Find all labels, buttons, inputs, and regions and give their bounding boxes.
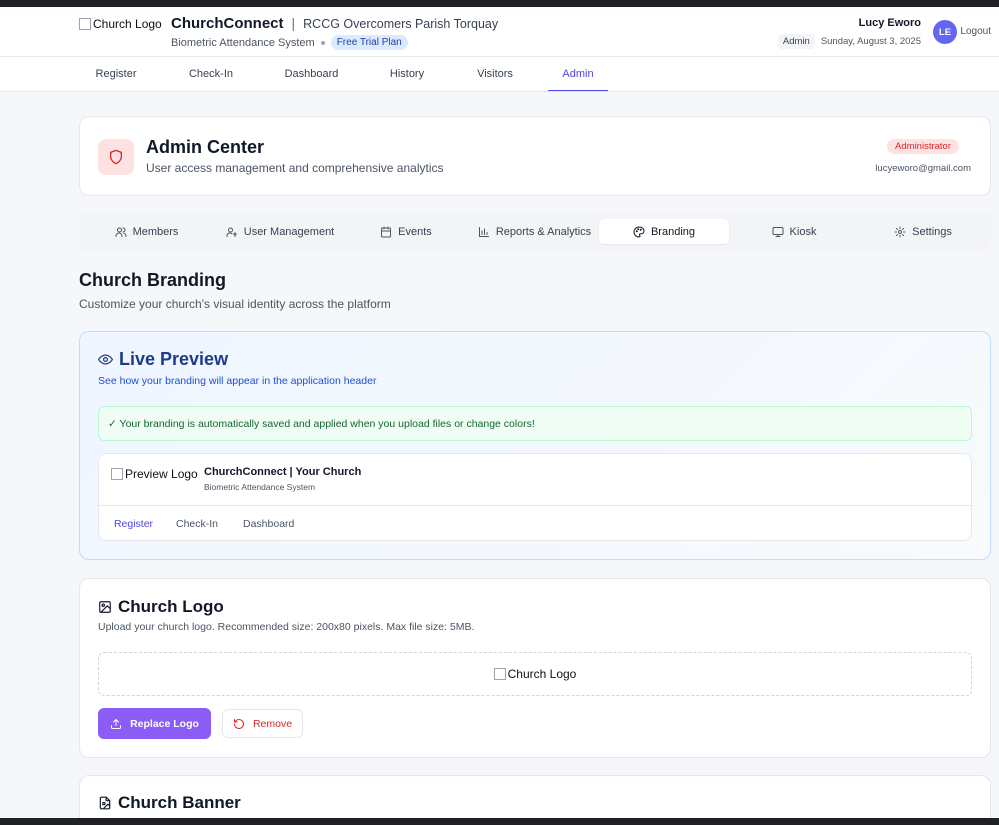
image-file-icon [99, 796, 111, 810]
tab-user-management[interactable]: User Management [215, 219, 345, 244]
autosave-alert: ✓ Your branding is automatically saved a… [98, 406, 972, 441]
user-key-icon [226, 227, 237, 237]
user-info: Lucy Eworo Admin Sunday, August 3, 2025 [777, 17, 921, 49]
broken-image-icon [79, 18, 91, 30]
preview-nav-register[interactable]: Register [111, 506, 156, 540]
bar-chart-icon [478, 226, 489, 237]
logo-dropzone[interactable]: Church Logo [98, 652, 972, 696]
tab-members[interactable]: Members [86, 219, 207, 244]
palette-icon [633, 225, 645, 238]
eye-icon [98, 354, 113, 365]
nav-register[interactable]: Register [79, 57, 153, 91]
shield-icon-box [98, 139, 134, 175]
nav-dashboard[interactable]: Dashboard [271, 57, 352, 91]
admin-subtitle: User access management and comprehensive… [146, 161, 444, 175]
brand-line: ChurchConnect | RCCG Overcomers Parish T… [171, 15, 498, 32]
preview-logo-image: Preview Logo [111, 467, 198, 481]
dot-separator [320, 40, 325, 45]
preview-header-frame: Preview Logo ChurchConnect | Your Church… [98, 453, 972, 541]
calendar-icon [381, 226, 392, 237]
church-logo-image: Church Logo [79, 17, 162, 31]
app-name: ChurchConnect [171, 15, 284, 32]
church-banner-heading: Church Banner [98, 793, 241, 813]
tab-branding-label: Branding [650, 225, 696, 238]
tab-settings[interactable]: Settings [865, 219, 981, 244]
nav-visitors[interactable]: Visitors [463, 57, 527, 91]
tab-kiosk-label: Kiosk [789, 225, 817, 238]
church-logo-alt: Church Logo [93, 17, 162, 31]
admin-title: Admin Center [146, 137, 265, 157]
live-preview-title: Live Preview [119, 349, 229, 369]
tab-user-management-label: User Management [243, 225, 335, 238]
live-preview-heading: Live Preview [98, 349, 228, 370]
nav-history[interactable]: History [373, 57, 441, 91]
preview-app-name: ChurchConnect | Your Church [204, 466, 362, 478]
avatar[interactable]: LE [933, 20, 957, 44]
tab-events-label: Events [398, 225, 432, 238]
role-badge: Admin [777, 34, 815, 49]
nav-check-in[interactable]: Check-In [174, 57, 248, 91]
subtitle-line: Biometric Attendance System Free Trial P… [171, 35, 408, 50]
logout-button[interactable]: Logout [960, 26, 991, 37]
monitor-icon [772, 226, 784, 237]
main-nav: Register Check-In Dashboard History Visi… [0, 57, 999, 92]
remove-logo-label: Remove [252, 717, 293, 730]
browser-bottom-strip [0, 818, 999, 825]
live-preview-subtitle: See how your branding will appear in the… [98, 375, 377, 387]
shield-icon [110, 149, 122, 165]
admin-center-card: Admin Center User access management and … [79, 116, 991, 196]
current-date: Sunday, August 3, 2025 [820, 36, 921, 47]
tab-branding[interactable]: Branding [599, 219, 729, 244]
browser-top-strip [0, 0, 999, 7]
admin-subtabs: Members User Management Events Reports &… [79, 213, 991, 250]
upload-icon [111, 718, 122, 729]
brand-separator: | [291, 15, 296, 31]
broken-image-icon [493, 668, 506, 680]
preview-logo-alt: Preview Logo [125, 467, 198, 481]
tab-members-label: Members [132, 225, 179, 238]
church-logo-card: Church Logo Upload your church logo. Rec… [79, 578, 991, 758]
preview-nav-dashboard[interactable]: Dashboard [243, 506, 294, 540]
users-icon [115, 227, 127, 237]
nav-admin[interactable]: Admin [548, 57, 608, 91]
replace-logo-label: Replace Logo [130, 717, 199, 730]
tab-settings-label: Settings [912, 225, 952, 238]
church-logo-title: Church Logo [118, 597, 224, 616]
gear-icon [894, 226, 906, 237]
tab-reports-label: Reports & Analytics [495, 225, 592, 238]
live-preview-card: Live Preview See how your branding will … [79, 331, 991, 560]
tab-events[interactable]: Events [353, 219, 459, 244]
app-subtitle: Biometric Attendance System [171, 36, 315, 49]
image-icon [99, 601, 111, 613]
plan-badge: Free Trial Plan [330, 35, 408, 50]
church-banner-title: Church Banner [118, 793, 241, 812]
logo-image-alt: Church Logo [507, 667, 577, 681]
tab-kiosk[interactable]: Kiosk [739, 219, 849, 244]
parish-name: RCCG Overcomers Parish Torquay [303, 17, 499, 31]
user-meta: Admin Sunday, August 3, 2025 [777, 34, 921, 49]
section-title: Church Branding [79, 270, 226, 290]
user-name: Lucy Eworo [858, 17, 921, 29]
replace-logo-button[interactable]: Replace Logo [98, 708, 211, 739]
preview-app-subtitle: Biometric Attendance System [204, 482, 316, 492]
section-subtitle: Customize your church's visual identity … [79, 297, 391, 311]
tab-reports-analytics[interactable]: Reports & Analytics [472, 219, 597, 244]
rotate-ccw-icon [233, 718, 244, 729]
church-logo-subtitle: Upload your church logo. Recommended siz… [98, 621, 475, 633]
app-header: Church Logo ChurchConnect | RCCG Overcom… [0, 7, 999, 57]
broken-image-icon [111, 468, 123, 480]
preview-nav-check-in[interactable]: Check-In [176, 506, 218, 540]
administrator-badge: Administrator [887, 139, 959, 154]
church-logo-heading: Church Logo [98, 597, 224, 617]
admin-email: lucyeworo@gmail.com [875, 163, 971, 174]
preview-nav: Register Check-In Dashboard [99, 505, 971, 540]
remove-logo-button[interactable]: Remove [222, 709, 303, 738]
